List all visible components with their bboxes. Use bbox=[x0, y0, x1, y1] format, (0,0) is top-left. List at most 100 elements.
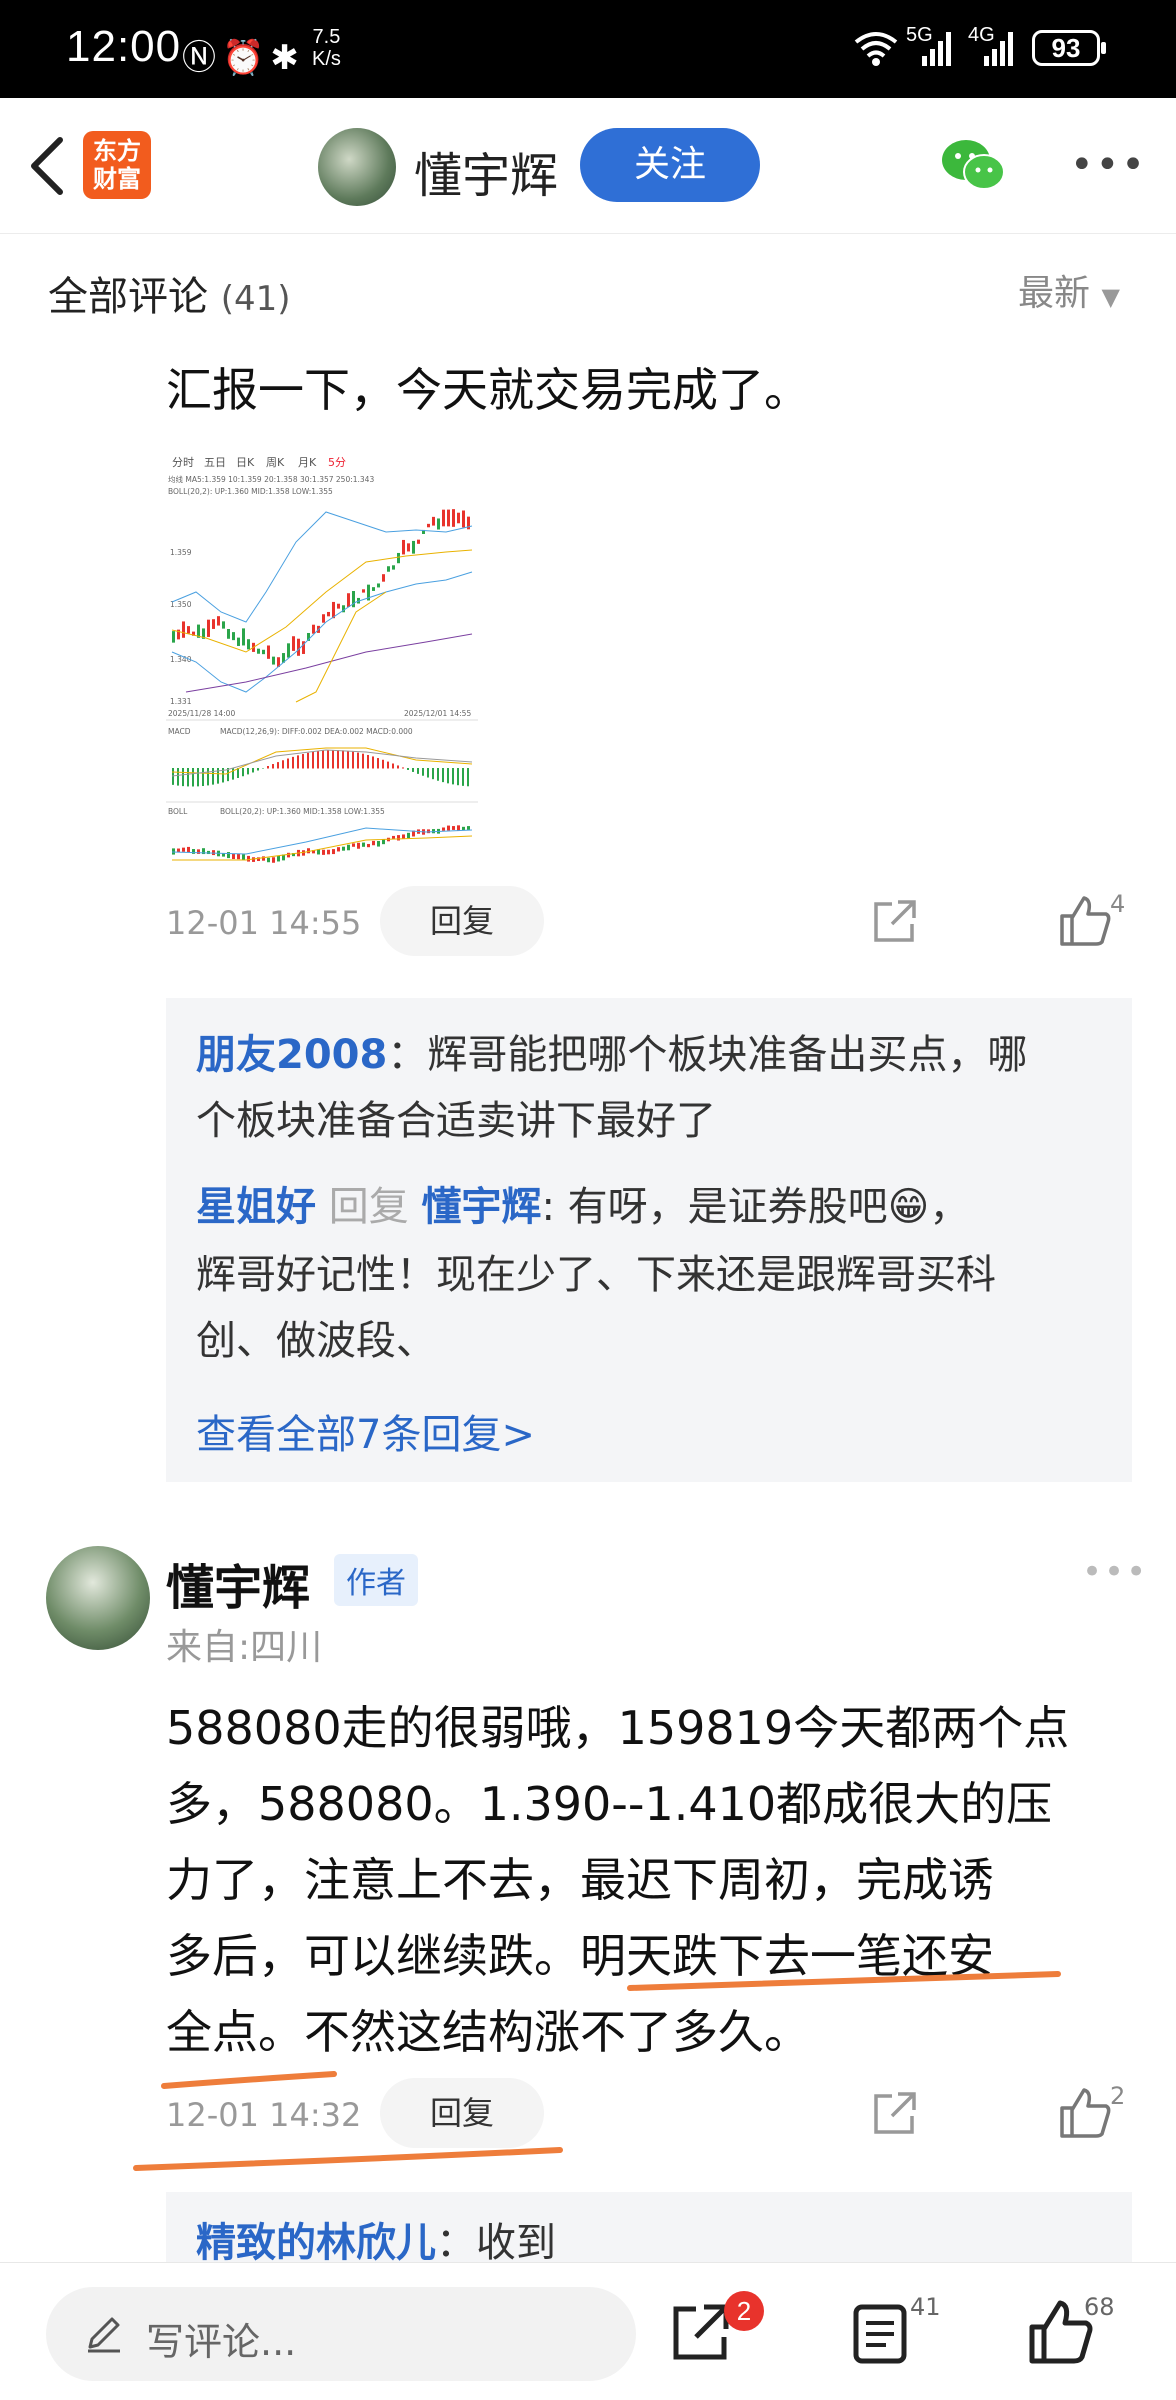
chart-candle bbox=[292, 636, 295, 651]
chart-candle bbox=[447, 825, 450, 831]
reply-item-continued: 辉哥好记性！现在少了、下来还是跟辉哥买科 bbox=[196, 1252, 996, 1298]
more-options-icon[interactable]: ••• bbox=[1070, 142, 1147, 188]
view-all-replies-link[interactable]: 查看全部7条回复> bbox=[196, 1402, 535, 1460]
share-icon[interactable] bbox=[870, 896, 920, 946]
chart-macd-bar bbox=[207, 768, 209, 786]
chart-candle bbox=[222, 621, 225, 629]
chart-candle bbox=[372, 587, 375, 591]
follow-button[interactable]: 关注 bbox=[580, 128, 760, 202]
reply-username[interactable]: 星姐好 bbox=[196, 1184, 316, 1230]
comment-timestamp: 12-01 14:32 bbox=[166, 2096, 362, 2134]
like-count: 2 bbox=[1110, 2082, 1126, 2110]
chart-candle bbox=[237, 637, 240, 646]
chart-candle bbox=[362, 589, 365, 593]
chart-candle bbox=[172, 848, 175, 855]
chart-macd-line: MACD(12,26,9): DIFF:0.002 DEA:0.002 MACD… bbox=[220, 727, 413, 736]
reply-item[interactable]: 星姐好 回复 懂宇辉: 有呀，是证券股吧😁， bbox=[196, 1174, 1116, 1240]
chart-macd-bar bbox=[362, 753, 364, 769]
chart-candle bbox=[267, 645, 270, 659]
chart-candle bbox=[442, 509, 445, 527]
chart-price-label: 1.340 bbox=[170, 655, 192, 664]
reply-target-username[interactable]: 懂宇辉 bbox=[421, 1184, 541, 1230]
status-icons: Ⓝ⏰✱ bbox=[182, 30, 305, 79]
reply-username[interactable]: 朋友2008 bbox=[196, 1032, 387, 1078]
chart-tab-active: 5分 bbox=[328, 456, 346, 469]
thumbs-up-icon[interactable] bbox=[1058, 2086, 1112, 2140]
comment-author[interactable]: 懂宇辉 bbox=[166, 1548, 310, 1618]
caret-down-icon: ▼ bbox=[1101, 283, 1120, 311]
chart-candle bbox=[352, 843, 355, 847]
chart-macd-bar bbox=[307, 752, 309, 769]
chart-candle bbox=[467, 826, 470, 830]
chart-macd-bar bbox=[302, 754, 304, 769]
chart-tab: 分时 bbox=[172, 456, 194, 469]
bluetooth-icon: ✱ bbox=[270, 38, 305, 78]
signal-5g-icon bbox=[922, 32, 951, 66]
chart-candle bbox=[232, 853, 235, 860]
chart-candle bbox=[437, 518, 440, 530]
author-badge: 作者 bbox=[334, 1554, 418, 1606]
reply-item[interactable]: 精致的林欣儿：收到 bbox=[196, 2210, 1116, 2262]
chart-macd-bar bbox=[252, 768, 254, 773]
author-avatar-small[interactable] bbox=[318, 128, 396, 206]
chart-macd-bar bbox=[212, 768, 214, 785]
chart-candle bbox=[242, 854, 245, 860]
chart-candle bbox=[297, 638, 300, 656]
chart-macd-bar bbox=[312, 751, 314, 769]
chart-macd-bar bbox=[287, 758, 289, 769]
chart-macd-bar bbox=[357, 752, 359, 769]
chart-candle bbox=[427, 523, 430, 528]
chart-candle bbox=[382, 839, 385, 845]
chart-macd-bar bbox=[282, 760, 284, 769]
chart-macd-bar bbox=[407, 768, 409, 770]
chart-macd-bar bbox=[392, 763, 394, 769]
stock-chart-thumbnail[interactable]: 分时 五日 日K 周K 月K 5分 均线 MA5:1.359 10:1.359 … bbox=[166, 452, 478, 870]
chart-boll-line: BOLL(20,2): UP:1.360 MID:1.358 LOW:1.355 bbox=[168, 487, 333, 496]
chart-tab: 日K bbox=[236, 456, 255, 469]
chart-candle bbox=[392, 565, 395, 570]
comment-more-icon[interactable]: ••• bbox=[1082, 1552, 1148, 1592]
chart-macd-bar bbox=[327, 750, 329, 769]
chart-macd-bar bbox=[322, 750, 324, 769]
chart-candle bbox=[367, 843, 370, 848]
chart-macd-bar bbox=[432, 768, 434, 780]
chart-macd-bar bbox=[342, 750, 344, 769]
chart-price-label: 1.331 bbox=[170, 697, 192, 706]
avatar[interactable] bbox=[46, 1546, 150, 1650]
chart-macd-bar bbox=[352, 751, 354, 769]
chart-candle bbox=[362, 842, 365, 847]
chart-candle bbox=[182, 621, 185, 638]
pencil-icon bbox=[88, 2317, 120, 2353]
app-logo[interactable]: 东方 财富 bbox=[83, 131, 151, 199]
thumbs-up-icon[interactable] bbox=[1058, 894, 1112, 948]
chart-candle bbox=[377, 841, 380, 847]
comments-icon[interactable] bbox=[848, 2301, 914, 2367]
chart-ma-line: 均线 MA5:1.359 10:1.359 20:1.358 30:1.357 … bbox=[168, 474, 374, 484]
header-author-name[interactable]: 懂宇辉 bbox=[414, 136, 558, 206]
sort-dropdown[interactable]: 最新 ▼ bbox=[1018, 264, 1120, 316]
reply-item[interactable]: 朋友2008：辉哥能把哪个板块准备出买点，哪 bbox=[196, 1022, 1116, 1088]
chart-macd-bar bbox=[332, 750, 334, 769]
reply-username[interactable]: 精致的林欣儿 bbox=[196, 2220, 436, 2262]
chart-macd-bar bbox=[467, 768, 469, 787]
chart-candle bbox=[267, 857, 270, 863]
reply-button[interactable]: 回复 bbox=[380, 886, 544, 956]
comment-input[interactable]: 写评论... bbox=[46, 2287, 636, 2381]
chart-macd-bar bbox=[397, 765, 399, 769]
chart-candle bbox=[257, 648, 260, 654]
chart-candle bbox=[417, 539, 420, 544]
chart-date-right: 2025/12/01 14:55 bbox=[404, 709, 471, 718]
chart-boll2-line: BOLL(20,2): UP:1.360 MID:1.358 LOW:1.355 bbox=[220, 807, 385, 816]
chart-candle bbox=[407, 832, 410, 839]
share-icon[interactable] bbox=[870, 2088, 920, 2138]
reply-button[interactable]: 回复 bbox=[380, 2078, 544, 2148]
share-badge: 2 bbox=[724, 2291, 764, 2331]
chart-candle bbox=[227, 852, 230, 859]
chart-candle bbox=[452, 826, 455, 830]
wechat-share-icon[interactable] bbox=[940, 136, 1006, 194]
chart-macd-bar bbox=[422, 768, 424, 776]
chart-candle bbox=[287, 852, 290, 858]
chart-macd-bar bbox=[297, 755, 299, 769]
back-arrow-icon[interactable] bbox=[22, 134, 72, 198]
chart-candle bbox=[457, 512, 460, 524]
